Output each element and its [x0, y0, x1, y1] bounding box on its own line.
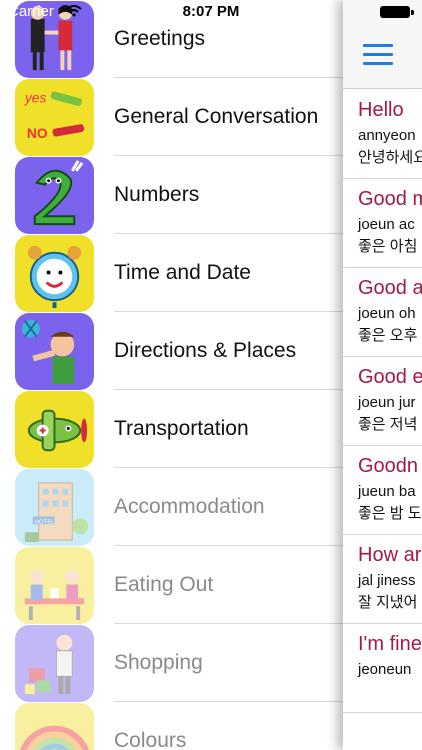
menu-item-colours[interactable]: Colours — [0, 702, 345, 750]
phrase-english: Goodn — [358, 455, 419, 477]
phrase-row[interactable]: Hello annyeon 안녕하세요 — [343, 89, 422, 179]
svg-text:HOTEL: HOTEL — [35, 519, 55, 525]
status-bar: Carrier 8:07 PM — [0, 0, 422, 22]
phrase-romanized: jueun ba — [358, 483, 416, 500]
phrase-english: How ar — [358, 544, 422, 566]
menu-item-label: Eating Out — [114, 573, 214, 596]
phrase-row[interactable]: Good a joeun oh 좋은 오후 — [343, 267, 422, 357]
category-menu: Greetings yes NO General Conversation Num… — [0, 0, 345, 750]
menu-item-shopping[interactable]: Shopping — [0, 624, 345, 702]
menu-item-numbers[interactable]: Numbers — [0, 156, 345, 234]
alarm-clock-icon — [15, 235, 94, 312]
phrase-row[interactable]: Good m joeun ac 좋은 아침 — [343, 178, 422, 268]
battery-icon — [380, 6, 414, 18]
phrase-row[interactable]: I'm fine jeoneun — [343, 623, 422, 713]
menu-item-label: Numbers — [114, 183, 200, 206]
menu-item-label: Directions & Places — [114, 339, 297, 362]
menu-item-eating-out[interactable]: Eating Out — [0, 546, 345, 624]
phrase-row[interactable]: Goodn jueun ba 좋은 밤 도 — [343, 445, 422, 535]
menu-item-label: General Conversation — [114, 105, 319, 128]
menu-item-label: Accommodation — [114, 495, 265, 518]
status-time: 8:07 PM — [182, 3, 240, 20]
phrase-korean: 안녕하세요 — [358, 149, 422, 166]
rainbow-icon — [15, 703, 94, 750]
phrase-row[interactable]: Good e joeun jur 좋은 저녁 — [343, 356, 422, 446]
phrases-panel: Hello annyeon 안녕하세요 Good m joeun ac 좋은 아… — [343, 0, 422, 750]
menu-item-general-conversation[interactable]: yes NO General Conversation — [0, 78, 345, 156]
menu-item-transportation[interactable]: Transportation — [0, 390, 345, 468]
menu-item-time-and-date[interactable]: Time and Date — [0, 234, 345, 312]
shopping-man-icon — [15, 625, 94, 702]
svg-text:NO: NO — [27, 125, 48, 141]
phrase-romanized: joeun oh — [358, 305, 416, 322]
phrase-english: I'm fine — [358, 633, 422, 655]
menu-item-label: Transportation — [114, 417, 249, 440]
phrase-english: Hello — [358, 99, 404, 121]
svg-text:yes: yes — [24, 90, 47, 106]
phrase-korean: 좋은 아침 — [358, 238, 418, 255]
menu-item-accommodation[interactable]: HOTEL Accommodation — [0, 468, 345, 546]
dining-couple-icon — [15, 547, 94, 624]
menu-item-label: Shopping — [114, 651, 203, 674]
menu-item-directions-places[interactable]: Directions & Places — [0, 312, 345, 390]
phrase-romanized: jeoneun — [358, 661, 412, 678]
pointing-man-icon — [15, 313, 94, 390]
menu-item-label: Time and Date — [114, 261, 251, 284]
menu-item-label: Colours — [114, 729, 187, 750]
hotel-icon: HOTEL — [15, 469, 94, 546]
phrase-romanized: joeun jur — [358, 394, 416, 411]
number-two-icon — [15, 157, 94, 234]
hamburger-menu-icon[interactable] — [363, 44, 393, 66]
phrase-row[interactable]: How ar jal jiness 잘 지냈어 — [343, 534, 422, 624]
phrase-english: Good m — [358, 188, 422, 210]
phrase-korean: 좋은 저녁 — [358, 416, 418, 433]
yes-no-icon: yes NO — [15, 79, 94, 156]
phrase-english: Good e — [358, 366, 422, 388]
phrase-korean: 좋은 밤 도 — [358, 505, 422, 522]
phrase-romanized: annyeon — [358, 127, 416, 144]
phrase-romanized: joeun ac — [358, 216, 415, 233]
phrase-romanized: jal jiness — [358, 572, 416, 589]
phrase-korean: 좋은 오후 — [358, 327, 418, 344]
phrase-english: Good a — [358, 277, 422, 299]
airplane-icon — [15, 391, 94, 468]
phrase-korean: 잘 지냈어 — [358, 594, 418, 611]
